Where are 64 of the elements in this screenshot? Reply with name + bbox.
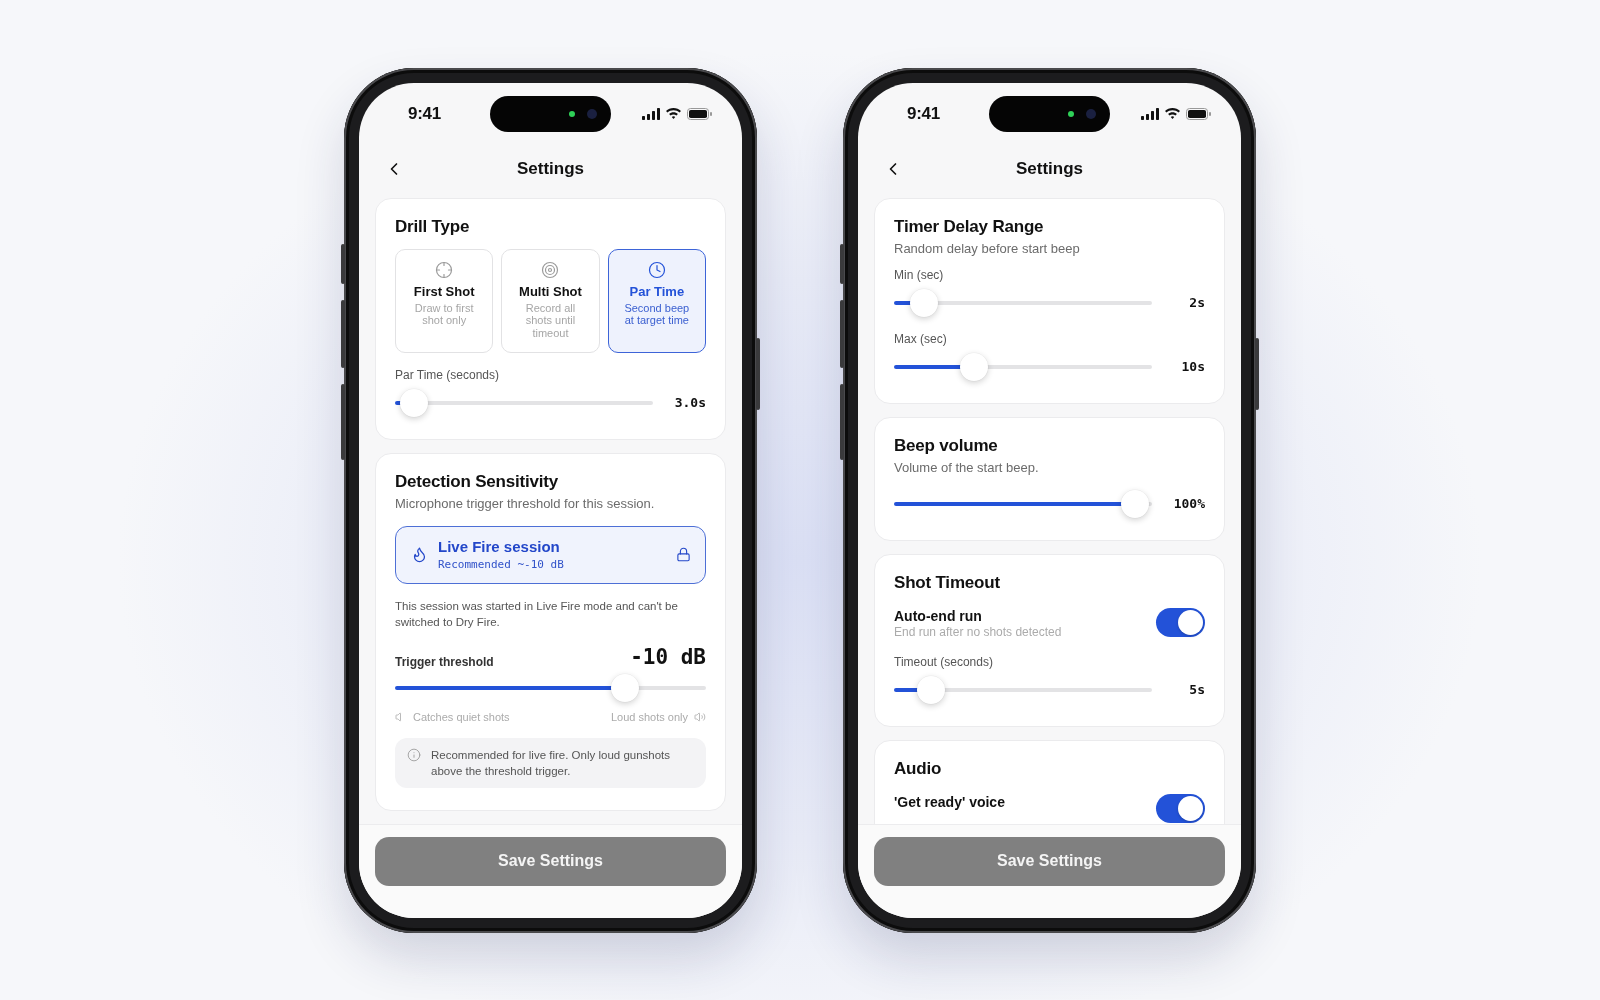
card-title: Timer Delay Range xyxy=(894,215,1045,238)
clock-icon xyxy=(647,260,666,279)
toggle-label: 'Get ready' voice xyxy=(894,793,1005,811)
slider-value: 5s xyxy=(1188,682,1205,697)
banner-detail: Recommended ~-10 dB xyxy=(438,556,565,572)
scale-label: Catches quiet shots xyxy=(413,709,510,724)
slider-thumb[interactable] xyxy=(959,352,988,381)
signal-icon xyxy=(641,107,660,120)
card-subtitle: Volume of the start beep. xyxy=(894,458,1040,476)
target-icon xyxy=(541,260,560,279)
card-subtitle: Microphone trigger threshold for this session. xyxy=(395,494,656,512)
wifi-icon xyxy=(665,108,681,119)
side-key xyxy=(341,243,345,284)
status-time: 9:41 xyxy=(407,103,442,124)
toggle-description: End run after no shots detected xyxy=(894,624,1062,640)
slider-thumb[interactable] xyxy=(917,675,946,704)
indicator-dot-icon xyxy=(569,110,575,117)
slider-label: Trigger threshold xyxy=(395,653,494,670)
status-time: 9:41 xyxy=(906,103,941,124)
slider-value: 100% xyxy=(1172,496,1205,511)
toggle-switch[interactable] xyxy=(1156,607,1205,637)
session-note: This session was started in Live Fire mode and can't be switched to Dry Fire. xyxy=(395,598,679,630)
card-title: Shot Timeout xyxy=(894,571,1001,594)
screen-title: Settings xyxy=(516,159,585,179)
drill-option[interactable]: Multi Shot Record all shots until timeout xyxy=(501,248,600,353)
toggle-switch[interactable] xyxy=(1156,793,1205,823)
indicator-dot-icon xyxy=(1068,110,1074,117)
slider-thumb[interactable] xyxy=(400,388,429,417)
slider-value: 3.0s xyxy=(673,395,706,410)
card-title: Audio xyxy=(894,757,943,780)
card-subtitle: Random delay before start beep xyxy=(894,239,1081,257)
battery-icon xyxy=(1185,107,1211,120)
wifi-icon xyxy=(1164,108,1180,119)
threshold-value: -10 dB xyxy=(630,643,706,670)
scale-label: Loud shots only xyxy=(610,709,688,724)
side-key xyxy=(840,243,844,284)
toggle-label: Auto-end run xyxy=(894,607,983,625)
screen-title: Settings xyxy=(1015,159,1084,179)
card-title: Detection Sensitivity xyxy=(395,470,559,493)
drill-option[interactable]: Par Time Second beep at target time xyxy=(607,248,706,353)
banner-title: Live Fire session xyxy=(438,537,561,556)
slider-label: Timeout (seconds) xyxy=(894,653,994,670)
flame-icon xyxy=(411,546,428,563)
camera-lens-icon xyxy=(587,108,597,119)
slider-label: Max (sec) xyxy=(894,330,948,347)
speaker-high-icon xyxy=(694,710,706,723)
camera-lens-icon xyxy=(1086,108,1096,119)
card-title: Beep volume xyxy=(894,434,999,457)
info-icon xyxy=(407,747,421,762)
info-text: Recommended for live fire. Only loud gunshots above the threshold trigger. xyxy=(431,747,672,779)
slider-label: Par Time (seconds) xyxy=(395,366,501,383)
card-title: Drill Type xyxy=(395,215,471,238)
slider-value: 2s xyxy=(1188,295,1205,310)
signal-icon xyxy=(1140,107,1159,120)
side-key xyxy=(341,299,345,368)
slider-label: Min (sec) xyxy=(894,266,945,283)
crosshair-icon xyxy=(435,260,454,279)
drill-option[interactable]: First Shot Draw to first shot only xyxy=(395,248,494,353)
battery-icon xyxy=(686,107,712,120)
slider-value: 10s xyxy=(1180,359,1205,374)
slider-thumb[interactable] xyxy=(1121,489,1149,518)
slider-thumb[interactable] xyxy=(611,673,640,702)
slider-thumb[interactable] xyxy=(910,288,939,317)
side-key xyxy=(840,299,844,368)
